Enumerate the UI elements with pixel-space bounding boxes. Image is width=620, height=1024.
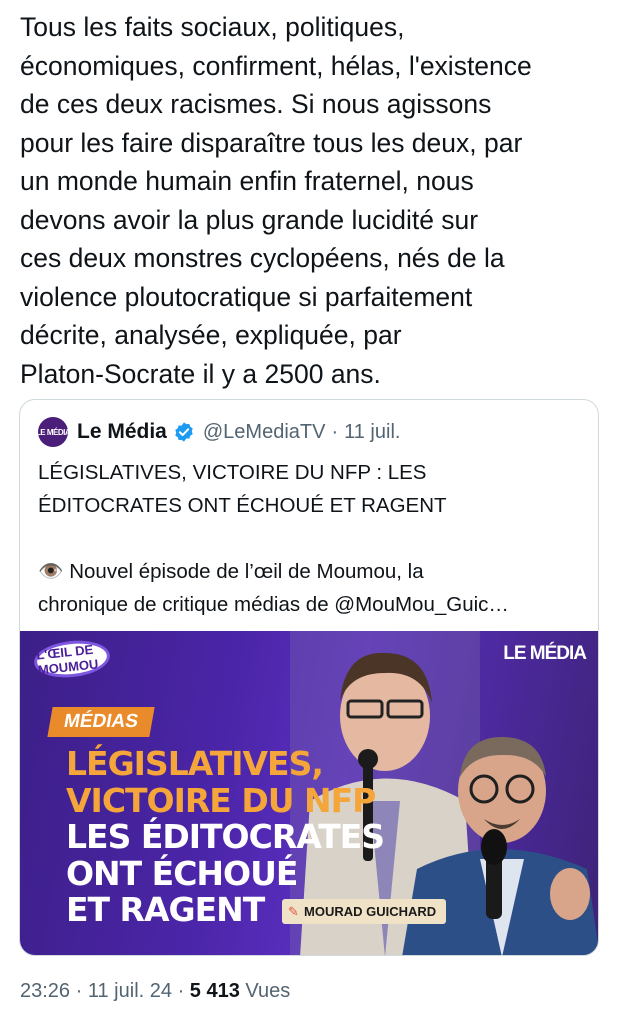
quoted-text-line: chronique de critique médias de @MouMou_…: [38, 593, 509, 616]
tweet-date[interactable]: 11 juil. 24: [88, 980, 172, 1002]
separator-dot: ·: [177, 980, 185, 1002]
tweet-text-line: ces deux monstres cyclopéens, nés de la: [20, 243, 505, 273]
headline-line: ONT ÉCHOUÉ: [66, 853, 298, 893]
oeil-de-moumou-logo: L'ŒIL DE MOUMOU: [32, 637, 112, 681]
tweet-time[interactable]: 23:26: [20, 980, 70, 1002]
tweet-text-line: économiques, confirment, hélas, l'existe…: [20, 50, 532, 81]
separator-dot: ·: [75, 980, 83, 1002]
quoted-author-handle[interactable]: @LeMediaTV: [203, 421, 326, 444]
quoted-tweet-card[interactable]: LE MÉDIA Le Média @LeMediaTV · 11 juil. …: [19, 399, 599, 956]
quoted-tweet-date[interactable]: 11 juil.: [344, 421, 400, 444]
tweet-metadata: 23:26 · 11 juil. 24 · 5 413 Vues: [20, 980, 290, 1003]
headline-line: VICTOIRE DU NFP: [66, 780, 376, 820]
tweet-text-line: violence ploutocratique si parfaitement: [20, 281, 473, 312]
views-label[interactable]: Vues: [245, 980, 290, 1002]
le-media-brand-logo: LE MÉDIA: [503, 643, 587, 664]
headline-line: LÉGISLATIVES,: [66, 744, 324, 783]
separator-dot: ·: [331, 420, 339, 443]
tweet-text-line: décrite, analysée, expliquée, par: [20, 320, 402, 350]
tweet-text-line: pour les faire disparaître tous les deux…: [20, 127, 523, 158]
quoted-text-line: 👁️ Nouvel épisode de l’œil de Moumou, la: [38, 560, 424, 583]
quoted-media-thumbnail[interactable]: L'ŒIL DE MOUMOU LE MÉDIA MÉDIAS LÉGISLAT…: [20, 631, 598, 955]
tweet-text-line: de ces deux racismes. Si nous agissons: [20, 89, 492, 119]
author-credit-label: ✎ MOURAD GUICHARD: [282, 899, 447, 924]
avatar[interactable]: LE MÉDIA: [36, 417, 71, 447]
quoted-text-line: LÉGISLATIVES, VICTOIRE DU NFP : LES: [38, 461, 427, 484]
views-count[interactable]: 5 413: [190, 980, 240, 1002]
quoted-author-name[interactable]: Le Média: [77, 420, 167, 444]
quoted-text-line: ÉDITOCRATES ONT ÉCHOUÉ ET RAGENT: [38, 494, 447, 517]
headline-line: LES ÉDITOCRATES: [66, 817, 385, 856]
tweet-text-line: un monde humain enfin fraternel, nous: [20, 166, 474, 196]
author-credit-text: MOURAD GUICHARD: [304, 904, 437, 919]
quoted-tweet-body: LÉGISLATIVES, VICTOIRE DU NFP : LES ÉDIT…: [38, 456, 588, 621]
tweet-text-line: Platon-Socrate il y a 2500 ans.: [20, 358, 381, 389]
tweet-text-line: devons avoir la plus grande lucidité sur: [20, 204, 479, 235]
pen-icon: ✎: [288, 904, 299, 919]
category-tag: MÉDIAS: [47, 707, 155, 737]
verified-badge-icon: [173, 421, 195, 443]
tweet-text: Tous les faits sociaux, politiques, écon…: [20, 8, 610, 393]
tweet-text-line: Tous les faits sociaux, politiques,: [20, 12, 405, 42]
quoted-tweet-header: LE MÉDIA Le Média @LeMediaTV · 11 juil.: [36, 417, 400, 447]
